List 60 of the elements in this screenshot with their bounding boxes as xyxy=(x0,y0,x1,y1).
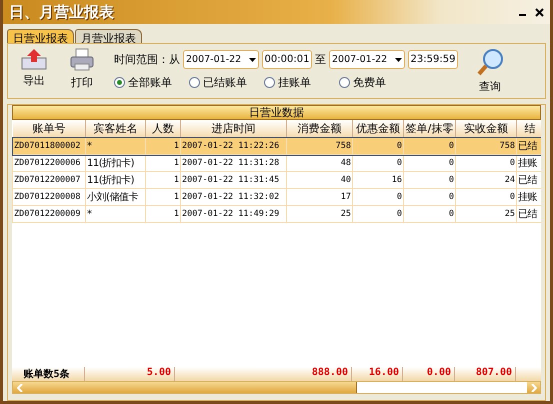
table-cell: ZD07011800002 xyxy=(12,138,86,154)
table-cell: 25 xyxy=(456,206,516,222)
table-cell: 2007-01-22 11:49:29 xyxy=(180,206,286,222)
radio-option[interactable]: 全部账单 xyxy=(114,75,189,90)
column-header[interactable]: 进店时间 xyxy=(180,120,286,138)
table-cell: 已结 xyxy=(516,206,541,222)
table-cell: 1 xyxy=(146,206,180,222)
table-cell: 0 xyxy=(404,138,456,154)
search-icon xyxy=(476,48,504,76)
scroll-thumb[interactable] xyxy=(26,382,357,393)
close-icon[interactable] xyxy=(535,8,544,16)
column-header[interactable]: 消费金额 xyxy=(286,120,352,138)
radio-option[interactable]: 免费单 xyxy=(339,75,414,90)
radio-icon[interactable] xyxy=(114,77,125,88)
time-field[interactable]: 00:00:01 xyxy=(262,50,312,69)
table-cell: 2007-01-22 11:22:26 xyxy=(180,138,286,154)
date-field[interactable]: 2007-01-22 xyxy=(183,50,259,69)
table-cell: 已结 xyxy=(516,138,541,154)
table-cell: * xyxy=(86,206,146,222)
tab[interactable]: 月营业报表 xyxy=(75,29,142,43)
to-label: 至 xyxy=(315,52,326,67)
table-cell: * xyxy=(86,138,146,154)
column-header[interactable]: 人数 xyxy=(146,120,180,138)
horizontal-scrollbar[interactable] xyxy=(12,381,541,394)
table-cell: 1 xyxy=(146,138,180,154)
tab[interactable]: 日营业报表 xyxy=(7,29,74,43)
table-cell: 0 xyxy=(352,138,404,154)
export-icon xyxy=(21,48,47,70)
column-header[interactable]: 结 xyxy=(516,120,541,138)
table-row[interactable]: ZD07012200009 * 1 2007-01-22 11:49:29 25 0 0 25 已结 xyxy=(12,206,541,222)
time-field[interactable]: 23:59:59 xyxy=(408,50,458,69)
table-cell: ZD07012200009 xyxy=(12,206,86,222)
column-header[interactable]: 实收金额 xyxy=(456,120,516,138)
radio-icon[interactable] xyxy=(264,77,275,88)
query-button[interactable]: 查询 xyxy=(470,48,510,94)
window-title: 日、月营业报表 xyxy=(9,2,114,22)
radio-icon[interactable] xyxy=(189,77,200,88)
table-cell: 0 xyxy=(352,206,404,222)
column-header[interactable]: 签单/抹零 xyxy=(404,120,456,138)
printer-icon xyxy=(69,48,95,72)
date-field[interactable]: 2007-01-22 xyxy=(329,50,405,69)
table-row[interactable]: ZD07012200007 11(折扣卡) 1 2007-01-22 11:31:45 40 16 0 24 已结 xyxy=(12,172,541,188)
radio-icon[interactable] xyxy=(339,77,350,88)
column-header[interactable]: 宾客姓名 xyxy=(86,120,146,138)
table-row[interactable]: ZD07012200008 小刘(储值卡 1 2007-01-22 11:32:02 17 0 0 0 挂账 xyxy=(12,188,541,206)
radio-option[interactable]: 挂账单 xyxy=(264,75,339,90)
table-cell: 0 xyxy=(404,206,456,222)
radio-option[interactable]: 已结账单 xyxy=(189,75,264,90)
table-cell: 758 xyxy=(286,138,352,154)
dropdown-icon xyxy=(249,58,256,62)
table-title: 日营业数据 xyxy=(12,105,541,120)
dropdown-icon xyxy=(395,58,402,62)
print-button[interactable]: 打印 xyxy=(62,48,102,90)
table-cell: 758 xyxy=(456,138,516,154)
table-cell: 25 xyxy=(286,206,352,222)
column-header[interactable]: 账单号 xyxy=(12,120,86,138)
column-header[interactable]: 优惠金额 xyxy=(352,120,404,138)
table-row[interactable]: ZD07011800002 * 1 2007-01-22 11:22:26 758 0 0 758 已结 xyxy=(12,138,541,154)
range-label: 时间范围：从 xyxy=(114,52,180,67)
export-button[interactable]: 导出 xyxy=(14,48,54,88)
